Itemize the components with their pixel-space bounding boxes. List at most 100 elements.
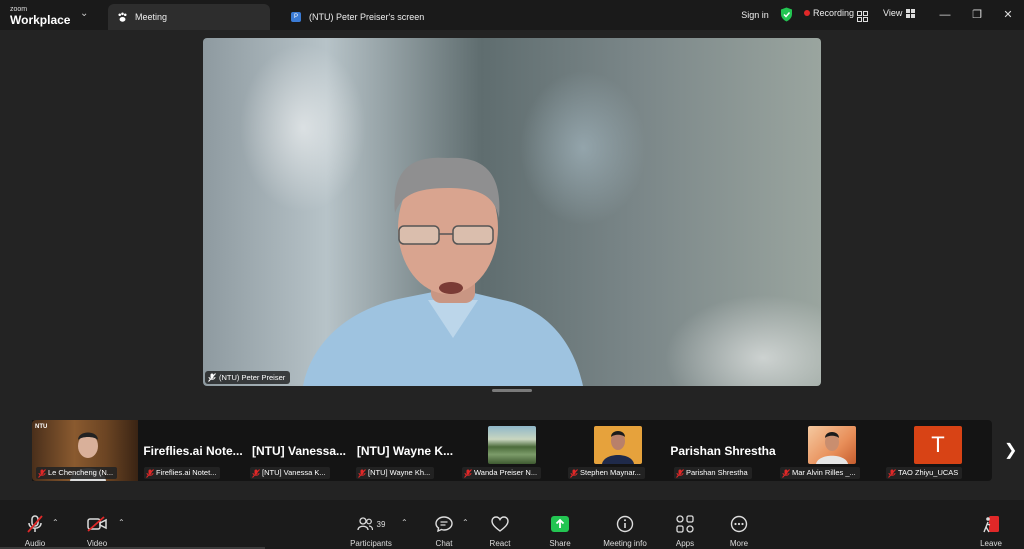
share-button[interactable]: Share <box>532 514 588 548</box>
view-label: View <box>883 8 903 18</box>
participants-icon-group: 39 <box>342 514 400 534</box>
participant-display-name: [NTU] Wayne K... <box>356 444 454 458</box>
participant-caption: [NTU] Vanessa K... <box>250 467 330 479</box>
screen-share-icon: P <box>290 11 302 23</box>
participant-name: [NTU] Wayne Kh... <box>368 468 431 477</box>
chevron-down-icon[interactable]: ⌄ <box>80 8 88 19</box>
leave-label: Leave <box>980 539 1002 548</box>
participant-caption: TAO Zhiyu_UCAS <box>886 467 963 479</box>
participant-caption: [NTU] Wayne Kh... <box>356 467 435 479</box>
main-video[interactable]: (NTU) Peter Preiser <box>203 38 821 386</box>
mic-muted-icon <box>888 468 896 478</box>
video-button[interactable]: Video <box>69 514 125 548</box>
gallery-grid-icon[interactable] <box>857 9 868 27</box>
resize-handle[interactable] <box>492 389 532 392</box>
participant-tile[interactable]: NTU Le Chencheng (N... <box>32 420 138 481</box>
participant-name: [NTU] Vanessa K... <box>262 468 326 477</box>
react-label: React <box>489 539 511 548</box>
participant-photo <box>594 426 642 464</box>
participant-caption: Mar Alvin Rilles _... <box>780 467 860 479</box>
audio-options-caret-icon[interactable]: ⌃ <box>52 518 59 527</box>
mic-muted-icon <box>146 468 154 478</box>
speaker-name-tag: (NTU) Peter Preiser <box>205 371 291 384</box>
more-dots-icon <box>711 514 767 534</box>
participants-strip: NTU Le Chencheng (N... Fireflies.ai Note… <box>32 420 992 481</box>
participants-label: Participants <box>350 539 392 548</box>
meeting-info-label: Meeting info <box>603 539 647 548</box>
participant-caption: Le Chencheng (N... <box>36 467 118 479</box>
participant-display-name: Fireflies.ai Note... <box>143 444 243 458</box>
mic-muted-icon <box>358 468 366 478</box>
chat-options-caret-icon[interactable]: ⌃ <box>462 518 469 527</box>
share-label: Share <box>549 539 571 548</box>
apps-icon <box>657 514 713 534</box>
more-button[interactable]: More <box>711 514 767 548</box>
participant-photo <box>488 426 536 464</box>
participant-tile[interactable]: [NTU] Vanessa... [NTU] Vanessa K... <box>246 420 352 481</box>
mic-muted-icon <box>782 468 790 478</box>
close-icon[interactable]: ✕ <box>998 6 1018 24</box>
speaker-name: (NTU) Peter Preiser <box>219 373 286 382</box>
participant-tile[interactable]: Mar Alvin Rilles _... <box>776 420 882 481</box>
leave-button[interactable]: Leave <box>963 514 1019 548</box>
react-button[interactable]: React <box>472 514 528 548</box>
paw-icon <box>116 11 128 23</box>
mic-muted-icon <box>676 468 684 478</box>
participant-caption: Fireflies.ai Notet... <box>144 467 221 479</box>
info-icon <box>597 514 653 534</box>
participants-button[interactable]: 39 Participants <box>342 514 400 548</box>
participant-photo <box>808 426 856 464</box>
participant-caption: Stephen Maynar... <box>568 467 645 479</box>
participants-icon <box>356 517 373 531</box>
leave-exit-icon <box>963 514 1019 534</box>
tab-label: Meeting <box>135 12 168 22</box>
mic-muted-icon <box>570 468 578 478</box>
video-options-caret-icon[interactable]: ⌃ <box>118 518 125 527</box>
camera-off-icon <box>69 514 125 534</box>
participant-tile[interactable]: [NTU] Wayne K... [NTU] Wayne Kh... <box>352 420 458 481</box>
title-bar: zoom Workplace ⌄ Meeting P (NTU) Peter P… <box>0 0 1024 30</box>
mic-muted-icon <box>464 468 472 478</box>
participant-caption: Parishan Shrestha <box>674 467 752 479</box>
mic-muted-icon <box>38 468 46 478</box>
mic-muted-icon <box>252 468 260 478</box>
more-label: More <box>729 539 749 548</box>
mic-muted-icon <box>208 373 216 382</box>
heart-icon <box>472 514 528 534</box>
meeting-info-button[interactable]: Meeting info <box>597 514 653 548</box>
participant-name: Wanda Preiser N... <box>474 468 538 477</box>
recording-indicator[interactable]: Recording <box>804 8 854 18</box>
view-grid-icon <box>906 8 916 18</box>
view-button[interactable]: View <box>883 8 916 18</box>
share-screen-icon <box>532 514 588 534</box>
participant-name: Fireflies.ai Notet... <box>156 468 217 477</box>
participant-display-name: Parishan Shrestha <box>670 444 776 458</box>
tab-shared-screen[interactable]: P (NTU) Peter Preiser's screen <box>282 4 482 30</box>
participant-tile[interactable]: Stephen Maynar... <box>564 420 670 481</box>
participant-tile[interactable]: Parishan Shrestha Parishan Shrestha <box>670 420 776 481</box>
sign-in-button[interactable]: Sign in <box>735 6 775 24</box>
minimize-icon[interactable]: — <box>935 6 955 24</box>
chat-label: Chat <box>435 539 453 548</box>
participant-avatar: T <box>914 426 962 464</box>
restore-icon[interactable]: ❐ <box>967 6 987 24</box>
participant-caption: Wanda Preiser N... <box>462 467 542 479</box>
apps-button[interactable]: Apps <box>657 514 713 548</box>
tab-meeting[interactable]: Meeting <box>108 4 270 30</box>
participant-tile[interactable]: T TAO Zhiyu_UCAS <box>882 420 988 481</box>
participant-name: Stephen Maynar... <box>580 468 641 477</box>
participant-name: TAO Zhiyu_UCAS <box>898 468 959 477</box>
tab-label: (NTU) Peter Preiser's screen <box>309 12 425 22</box>
participant-name: Parishan Shrestha <box>686 468 748 477</box>
recording-label: Recording <box>813 8 855 18</box>
shield-check-icon[interactable] <box>780 7 793 27</box>
participant-name: Le Chencheng (N... <box>48 468 114 477</box>
apps-label: Apps <box>675 539 695 548</box>
participant-tile[interactable]: Wanda Preiser N... <box>458 420 564 481</box>
participant-tile[interactable]: Fireflies.ai Note... Fireflies.ai Notet.… <box>140 420 246 481</box>
recording-dot-icon <box>804 10 810 16</box>
participants-options-caret-icon[interactable]: ⌃ <box>401 518 408 527</box>
speaker-video-feed <box>303 157 583 386</box>
participant-name: Mar Alvin Rilles _... <box>792 468 856 477</box>
chevron-right-icon[interactable]: ❯ <box>1004 440 1017 460</box>
